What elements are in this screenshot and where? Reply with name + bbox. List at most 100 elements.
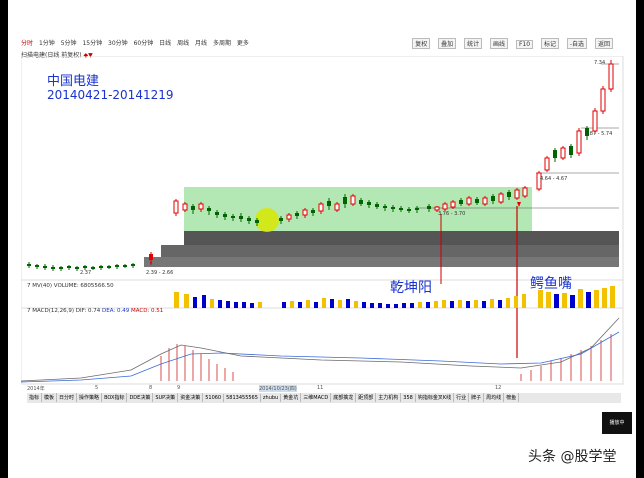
period-tab[interactable]: 月线 (195, 38, 207, 47)
candle (569, 146, 573, 155)
indicator-tab[interactable]: 51060 (203, 394, 225, 402)
volume-bar (354, 301, 358, 308)
candle (149, 254, 153, 260)
volume-bar (282, 302, 286, 308)
indicator-tab[interactable]: 主力机构 (376, 393, 402, 402)
indicator-tab[interactable]: 三维MACD (301, 393, 332, 402)
stock-name: 中国电建 (47, 74, 100, 89)
candle (279, 218, 283, 221)
tongji-button[interactable]: 统计 (464, 38, 483, 49)
dea-line (21, 331, 620, 383)
period-tab[interactable]: 60分钟 (134, 38, 154, 47)
period-tab[interactable]: 15分钟 (82, 38, 102, 47)
indicator-tab[interactable]: 指标 (27, 393, 43, 402)
indicator-tab[interactable]: 操作策略 (77, 393, 103, 402)
candle (442, 203, 448, 210)
huaxian-button[interactable]: 画线 (490, 38, 509, 49)
candle (498, 193, 504, 203)
indicator-tab[interactable]: 行业 (454, 393, 470, 402)
indicator-tab[interactable]: 底部擒龙 (331, 393, 357, 402)
period-tab[interactable]: 日线 (159, 38, 171, 47)
candle (59, 267, 63, 269)
consolidation-zone (184, 187, 532, 231)
indicator-tab[interactable]: 黄金坑 (281, 393, 302, 402)
candle (75, 267, 79, 269)
indicator-tab[interactable]: 距顶部 (356, 393, 377, 402)
volume-bar (594, 290, 599, 308)
macd-value: MACD: 0.51 (130, 308, 164, 314)
volume-bar (234, 302, 238, 308)
indicator-tab[interactable]: 榜鱼 (504, 393, 520, 402)
indicator-tab[interactable]: zhubu (261, 394, 282, 402)
indicator-tab[interactable]: DDE决策 (127, 393, 154, 402)
date-axis: 2014年 5 8 9 2014/10/23(四) 11 12 (27, 385, 617, 393)
candle (391, 207, 395, 209)
volume-bar (258, 302, 262, 308)
date-tick: 5 (95, 385, 99, 391)
volume-bar (386, 304, 390, 308)
candle (99, 266, 103, 268)
volume-bar (306, 300, 310, 308)
volume-bar (338, 300, 342, 308)
indicator-tab[interactable]: SUP决策 (153, 393, 179, 402)
volume-bar (570, 295, 575, 308)
candle (247, 218, 251, 221)
indicator-tab[interactable]: 模板 (42, 393, 58, 402)
candle (466, 197, 472, 205)
period-tab[interactable]: 1分钟 (39, 38, 55, 47)
period-tab[interactable]: 30分钟 (108, 38, 128, 47)
candle (359, 200, 363, 204)
indicator-tab[interactable]: 钩指标金叉K线 (416, 393, 455, 402)
indicator-tab[interactable]: 资金决策 (178, 393, 204, 402)
volume-bar (193, 297, 197, 308)
f10-button[interactable]: F10 (515, 40, 534, 49)
indicator-tab[interactable]: 5813455565 (224, 394, 261, 402)
fanhui-button[interactable]: 返回 (594, 38, 613, 49)
volume-bar (298, 302, 302, 308)
indicator-tab[interactable]: 358 (401, 394, 416, 402)
volume-bar (482, 301, 486, 308)
volume-bar (458, 300, 462, 308)
candle (35, 265, 39, 267)
volume-bar (226, 301, 230, 308)
candle (399, 208, 403, 210)
period-tab[interactable]: 多周期 (213, 38, 231, 47)
indicator-tab[interactable]: BOX指标 (102, 393, 128, 402)
candle (544, 157, 550, 171)
period-tab[interactable]: 5分钟 (61, 38, 77, 47)
period-tab[interactable]: 分时 (21, 38, 33, 47)
price-label: 5.87 - 5.74 (585, 131, 613, 137)
candle (475, 199, 479, 203)
volume-bar (314, 302, 318, 308)
volume-bar (450, 301, 454, 308)
candle (459, 200, 463, 204)
price-label: 2.39 - 2.66 (146, 270, 174, 276)
indicator-tab[interactable]: 日分时 (57, 393, 78, 402)
diejia-button[interactable]: 叠加 (438, 38, 457, 49)
candle (367, 202, 371, 205)
candle (343, 197, 347, 204)
volume-bar (346, 299, 350, 308)
date-range: 20140421-20141219 (47, 88, 174, 102)
candle (191, 206, 195, 210)
zixuan-button[interactable]: -自选 (566, 38, 588, 49)
period-tab[interactable]: 周线 (177, 38, 189, 47)
volume-bar (474, 300, 478, 308)
indicator-tab[interactable]: 牌子 (469, 393, 485, 402)
period-tab[interactable]: 更多 (237, 38, 249, 47)
indicator-tab[interactable]: 周均线 (484, 393, 505, 402)
candle (375, 204, 379, 207)
dif-value: DIF: 0.74 (75, 308, 101, 314)
slab-bottom (144, 257, 619, 267)
volume-bar (362, 302, 366, 308)
price-label: 3.76 - 3.70 (438, 211, 466, 217)
macd-label: 7 MACD(12,26,9) DIF: 0.74 DEA: 0.49 MACD… (27, 308, 163, 314)
volume-bar (586, 292, 591, 308)
biaoji-button[interactable]: 标记 (540, 38, 559, 49)
volume-bar (546, 292, 551, 308)
volume-bar (466, 301, 470, 308)
fuquan-button[interactable]: 复权 (412, 38, 431, 49)
candle (600, 88, 606, 112)
volume-bar (184, 294, 189, 308)
volume-label: 7 MV(40) VOLUME: 6805566.50 (27, 283, 114, 289)
